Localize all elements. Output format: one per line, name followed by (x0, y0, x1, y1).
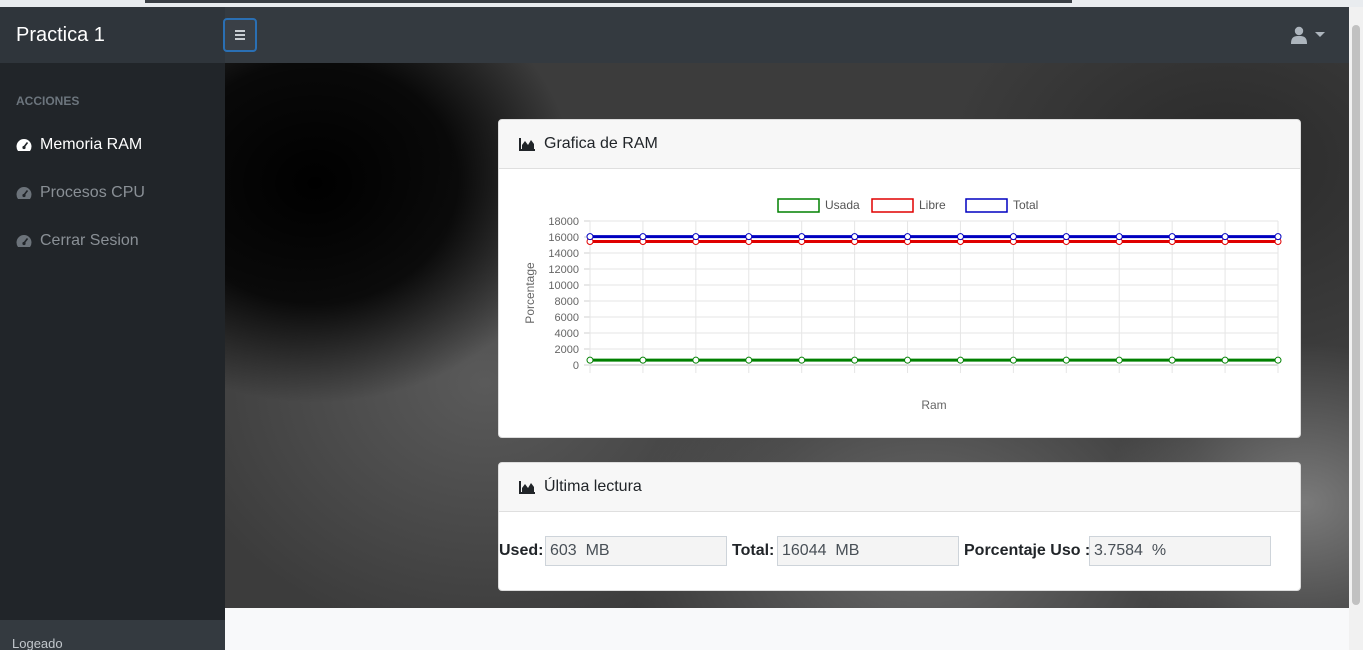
card-header: Última lectura (499, 463, 1300, 512)
card-title: Grafica de RAM (544, 135, 658, 152)
data-point (1009, 356, 1017, 364)
y-tick-label: 12000 (548, 264, 579, 276)
area-chart-icon (519, 480, 535, 494)
brand-title[interactable]: Practica 1 (16, 24, 105, 47)
data-point (798, 356, 806, 364)
y-tick-label: 18000 (548, 216, 579, 228)
used-field[interactable]: 603 MB (545, 536, 727, 566)
y-axis-label: Porcentage (523, 262, 537, 324)
browser-bar (145, 0, 1072, 3)
data-point (1009, 233, 1017, 241)
data-point (956, 233, 964, 241)
logged-in-label: Logeado (12, 636, 63, 650)
data-point (1274, 233, 1282, 241)
user-dropdown[interactable] (1291, 26, 1331, 46)
ram-chart-card: Grafica de RAM 0 2000 4000 6000 8000 10000 120… (498, 119, 1301, 438)
y-tick-label: 4000 (555, 328, 579, 340)
sidebar-item-label: Memoria RAM (40, 136, 143, 153)
sidebar: ACCIONES Memoria RAM Procesos CPU Cerrar… (0, 63, 225, 650)
data-point (692, 356, 700, 364)
data-point (1115, 356, 1123, 364)
caret-down-icon (1315, 32, 1325, 37)
data-point (904, 233, 912, 241)
scrollbar-thumb[interactable] (1352, 25, 1360, 605)
data-point (851, 356, 859, 364)
sidebar-item-cerrar-sesion[interactable]: Cerrar Sesion (16, 230, 139, 252)
user-icon (1291, 26, 1307, 44)
used-label: Used: (499, 542, 544, 559)
last-reading-card: Última lectura Used: 603 MB Total: 16044… (498, 462, 1301, 591)
data-point (904, 356, 912, 364)
sidebar-footer: Logeado (0, 620, 225, 650)
area-chart-icon (519, 137, 535, 151)
data-point (1221, 356, 1229, 364)
dashboard-icon (16, 235, 32, 247)
x-axis-label: Ram (921, 398, 946, 412)
data-point (586, 233, 594, 241)
legend-label: Libre (919, 198, 946, 212)
data-point (851, 233, 859, 241)
card-header: Grafica de RAM (499, 120, 1300, 169)
y-tick-label: 0 (573, 360, 579, 372)
percent-label: Porcentaje Uso : (964, 542, 1091, 559)
data-point (745, 233, 753, 241)
data-point (1168, 356, 1176, 364)
top-navbar: Practica 1 (0, 7, 1349, 63)
dashboard-icon (16, 187, 32, 199)
card-title: Última lectura (544, 478, 642, 495)
sidebar-item-label: Cerrar Sesion (40, 232, 139, 249)
ram-line-chart: 0 2000 4000 6000 8000 10000 12000 14000 16000 180… (523, 198, 1282, 412)
data-point (798, 233, 806, 241)
data-point (1115, 233, 1123, 241)
data-point (639, 233, 647, 241)
y-tick-label: 8000 (555, 296, 579, 308)
total-label: Total: (732, 542, 775, 559)
y-tick-label: 6000 (555, 312, 579, 324)
sidebar-item-memoria-ram[interactable]: Memoria RAM (16, 134, 142, 156)
legend-label: Total (1013, 198, 1038, 212)
legend-swatch (777, 198, 820, 213)
browser-top-strip (0, 0, 1363, 7)
sidebar-item-procesos-cpu[interactable]: Procesos CPU (16, 182, 145, 204)
data-point (745, 356, 753, 364)
sidebar-item-label: Procesos CPU (40, 184, 145, 201)
menu-icon (235, 30, 245, 40)
y-tick-label: 10000 (548, 280, 579, 292)
sidebar-toggle-button[interactable] (223, 18, 257, 52)
reading-row: Used: 603 MB Total: 16044 MB Porcentaje … (499, 536, 1299, 566)
legend-label: Usada (825, 198, 860, 212)
brand-area: Practica 1 (0, 7, 225, 63)
y-tick-label: 16000 (548, 232, 579, 244)
data-point (1274, 356, 1282, 364)
data-point (586, 356, 594, 364)
total-field[interactable]: 16044 MB (777, 536, 959, 566)
data-point (1062, 356, 1070, 364)
legend-swatch (871, 198, 914, 213)
dashboard-icon (16, 139, 32, 151)
sidebar-heading: ACCIONES (16, 94, 80, 108)
y-tick-label: 14000 (548, 248, 579, 260)
data-point (1168, 233, 1176, 241)
data-point (692, 233, 700, 241)
page-scrollbar[interactable] (1349, 7, 1363, 650)
legend-swatch (965, 198, 1008, 213)
data-point (956, 356, 964, 364)
percent-field[interactable]: 3.7584 % (1089, 536, 1271, 566)
data-point (1062, 233, 1070, 241)
y-tick-label: 2000 (555, 344, 579, 356)
data-point (639, 356, 647, 364)
data-point (1221, 233, 1229, 241)
